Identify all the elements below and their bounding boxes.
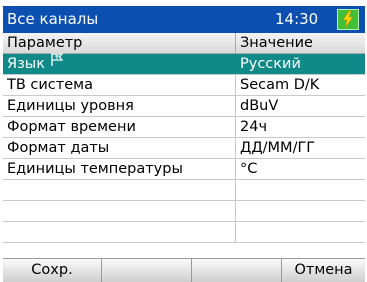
window-title: Все каналы [7, 10, 99, 28]
param-cell: ТВ система [3, 75, 236, 95]
value-cell: dBuV [240, 98, 279, 114]
softkey-bar: Сохр. Отмена [3, 258, 365, 282]
clock: 14:30 [275, 10, 319, 28]
table-row-language[interactable]: Язык Русский [3, 52, 365, 75]
param-cell: Формат даты [3, 138, 236, 158]
language-flag-icon [50, 52, 65, 73]
param-label: Язык [7, 56, 45, 72]
table-row-empty [3, 180, 365, 201]
table-row-empty [3, 201, 365, 222]
table-row-date-format[interactable]: Формат даты ДД/ММ/ГГ [3, 138, 365, 159]
value-cell [236, 180, 365, 200]
table-row-empty [3, 222, 365, 243]
softkey-2[interactable] [102, 259, 192, 282]
column-header-value: Значение [240, 35, 313, 51]
table-row-time-format[interactable]: Формат времени 24ч [3, 117, 365, 138]
param-cell [3, 180, 236, 200]
value-cell: ДД/ММ/ГГ [240, 140, 316, 156]
param-cell: Язык [3, 52, 236, 74]
param-cell: Единицы температуры [3, 159, 236, 179]
title-bar: Все каналы 14:30 [3, 6, 365, 33]
table-header: Параметр Значение [3, 33, 365, 54]
value-cell: Русский [240, 56, 301, 72]
param-cell [3, 222, 236, 242]
value-cell [236, 222, 365, 242]
param-cell: Единицы уровня [3, 96, 236, 116]
table-row-level-units[interactable]: Единицы уровня dBuV [3, 96, 365, 117]
softkey-3[interactable] [192, 259, 282, 282]
value-cell [236, 201, 365, 221]
save-softkey[interactable]: Сохр. [3, 259, 102, 282]
battery-charging-icon [337, 9, 359, 30]
value-cell: 24ч [240, 119, 268, 135]
param-cell [3, 201, 236, 221]
table-row-temperature-units[interactable]: Единицы температуры °C [3, 159, 365, 180]
cancel-softkey[interactable]: Отмена [282, 259, 365, 282]
device-screen: Все каналы 14:30 Параметр Значение Язык … [3, 6, 365, 282]
param-cell: Формат времени [3, 117, 236, 137]
value-cell: Secam D/K [240, 77, 320, 93]
table-row-tv-system[interactable]: ТВ система Secam D/K [3, 75, 365, 96]
column-header-parameter: Параметр [3, 33, 236, 53]
value-cell: °C [240, 161, 258, 177]
